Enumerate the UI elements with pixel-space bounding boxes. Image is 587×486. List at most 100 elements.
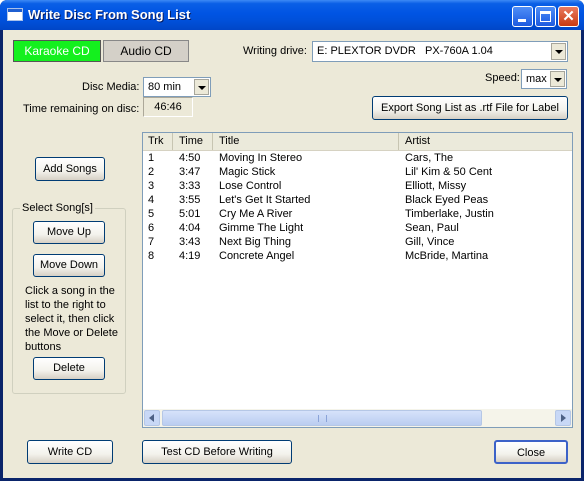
- chevron-down-icon[interactable]: [550, 71, 565, 87]
- scroll-left-button[interactable]: [144, 410, 160, 426]
- cell-artist: Elliott, Missy: [405, 180, 467, 192]
- writing-drive-value: E: PLEXTOR DVDR PX-760A 1.04: [317, 45, 493, 57]
- scroll-right-button[interactable]: [555, 410, 571, 426]
- karaoke-cd-tab[interactable]: Karaoke CD: [13, 40, 101, 62]
- maximize-icon: [540, 11, 551, 22]
- move-down-button[interactable]: Move Down: [33, 254, 105, 277]
- cell-trk: 8: [148, 250, 155, 262]
- cell-trk: 2: [148, 166, 155, 178]
- table-row[interactable]: 5 5:01 Cry Me A River Timberlake, Justin: [143, 207, 572, 221]
- close-button[interactable]: Close: [494, 440, 568, 464]
- close-label: Close: [516, 447, 546, 459]
- cell-artist: Lil' Kim & 50 Cent: [405, 166, 493, 178]
- close-window-button[interactable]: ✕: [558, 6, 579, 27]
- minimize-icon: [518, 19, 526, 22]
- table-row[interactable]: 4 3:55 Let's Get It Started Black Eyed Peas: [143, 193, 572, 207]
- cell-trk: 3: [148, 180, 155, 192]
- cell-title: Gimme The Light: [219, 222, 304, 234]
- export-rtf-label: Export Song List as .rtf File for Label: [381, 102, 559, 114]
- select-songs-title: Select Song[s]: [20, 202, 95, 214]
- add-songs-button[interactable]: Add Songs: [35, 157, 105, 181]
- export-rtf-button[interactable]: Export Song List as .rtf File for Label: [372, 96, 568, 120]
- speed-label: Speed:: [485, 72, 520, 84]
- column-header-time[interactable]: Time: [173, 133, 213, 150]
- cell-trk: 1: [148, 152, 155, 164]
- cell-time: 3:47: [179, 166, 201, 178]
- write-cd-label: Write CD: [47, 446, 93, 458]
- minimize-button[interactable]: [512, 6, 533, 27]
- cell-artist: Gill, Vince: [405, 236, 455, 248]
- cell-title: Lose Control: [219, 180, 282, 192]
- disc-media-value: 80 min: [148, 81, 182, 93]
- speed-select[interactable]: max: [521, 69, 567, 89]
- delete-label: Delete: [53, 362, 85, 374]
- song-rows: 1 4:50 Moving In Stereo Cars, The 2 3:47 Magic…: [143, 151, 572, 263]
- time-remaining-label: Time remaining on disc:: [23, 103, 140, 115]
- chevron-down-icon[interactable]: [551, 43, 566, 60]
- scroll-thumb[interactable]: [162, 410, 482, 426]
- cell-artist: Cars, The: [405, 152, 454, 164]
- cell-time: 3:55: [179, 194, 201, 206]
- close-icon: ✕: [562, 8, 575, 25]
- move-up-label: Move Up: [46, 226, 92, 238]
- table-row[interactable]: 2 3:47 Magic Stick Lil' Kim & 50 Cent: [143, 165, 572, 179]
- writing-drive-select[interactable]: E: PLEXTOR DVDR PX-760A 1.04: [312, 41, 568, 62]
- maximize-button[interactable]: [535, 6, 556, 27]
- cell-time: 4:04: [179, 222, 201, 234]
- cell-trk: 7: [148, 236, 155, 248]
- table-row[interactable]: 7 3:43 Next Big Thing Gill, Vince: [143, 235, 572, 249]
- cell-time: 4:50: [179, 152, 201, 164]
- cell-time: 4:19: [179, 250, 201, 262]
- table-row[interactable]: 8 4:19 Concrete Angel McBride, Martina: [143, 249, 572, 263]
- cell-artist: Sean, Paul: [405, 222, 459, 234]
- test-cd-button[interactable]: Test CD Before Writing: [142, 440, 292, 464]
- move-up-button[interactable]: Move Up: [33, 221, 105, 244]
- cell-time: 5:01: [179, 208, 201, 220]
- cell-time: 3:33: [179, 180, 201, 192]
- cell-trk: 6: [148, 222, 155, 234]
- cell-title: Next Big Thing: [219, 236, 291, 248]
- cell-artist: McBride, Martina: [405, 250, 489, 262]
- horizontal-scrollbar[interactable]: [143, 409, 572, 427]
- disc-media-select[interactable]: 80 min: [143, 77, 211, 97]
- chevron-right-icon: [561, 414, 566, 422]
- add-songs-label: Add Songs: [43, 163, 97, 175]
- cell-time: 3:43: [179, 236, 201, 248]
- app-window: Write Disc From Song List ✕ Karaoke CD A…: [0, 0, 584, 481]
- audio-cd-label: Audio CD: [120, 44, 172, 58]
- chevron-down-icon[interactable]: [194, 79, 209, 95]
- table-row[interactable]: 6 4:04 Gimme The Light Sean, Paul: [143, 221, 572, 235]
- karaoke-cd-label: Karaoke CD: [24, 44, 90, 58]
- cell-title: Concrete Angel: [219, 250, 295, 262]
- cell-trk: 4: [148, 194, 155, 206]
- select-help-text: Click a song in the list to the right to…: [25, 285, 118, 353]
- song-list[interactable]: Trk Time Title Artist 1 4:50 Moving In Ste…: [142, 132, 573, 428]
- column-header-trk[interactable]: Trk: [143, 133, 173, 150]
- writing-drive-label: Writing drive:: [243, 45, 307, 57]
- move-down-label: Move Down: [39, 259, 99, 271]
- table-row[interactable]: 3 3:33 Lose Control Elliott, Missy: [143, 179, 572, 193]
- column-header-title[interactable]: Title: [213, 133, 399, 150]
- delete-button[interactable]: Delete: [33, 357, 105, 380]
- song-list-header: Trk Time Title Artist: [143, 133, 572, 151]
- column-header-artist[interactable]: Artist: [399, 133, 572, 150]
- speed-value: max: [526, 73, 547, 85]
- grip-icon: [318, 415, 327, 422]
- cell-title: Cry Me A River: [219, 208, 293, 220]
- cell-artist: Timberlake, Justin: [405, 208, 494, 220]
- disc-media-label: Disc Media:: [82, 81, 140, 93]
- cell-title: Magic Stick: [219, 166, 276, 178]
- cell-trk: 5: [148, 208, 155, 220]
- dialog-body: Karaoke CD Audio CD Writing drive: E: PL…: [3, 30, 581, 478]
- table-row[interactable]: 1 4:50 Moving In Stereo Cars, The: [143, 151, 572, 165]
- write-cd-button[interactable]: Write CD: [27, 440, 113, 464]
- cell-artist: Black Eyed Peas: [405, 194, 489, 206]
- window-title: Write Disc From Song List: [28, 7, 191, 22]
- title-bar[interactable]: Write Disc From Song List ✕: [0, 0, 584, 30]
- window-icon: [7, 8, 23, 21]
- cell-title: Let's Get It Started: [219, 194, 311, 206]
- chevron-left-icon: [149, 414, 154, 422]
- audio-cd-tab[interactable]: Audio CD: [103, 40, 189, 62]
- test-cd-label: Test CD Before Writing: [161, 446, 273, 458]
- time-remaining-value: 46:46: [143, 97, 193, 117]
